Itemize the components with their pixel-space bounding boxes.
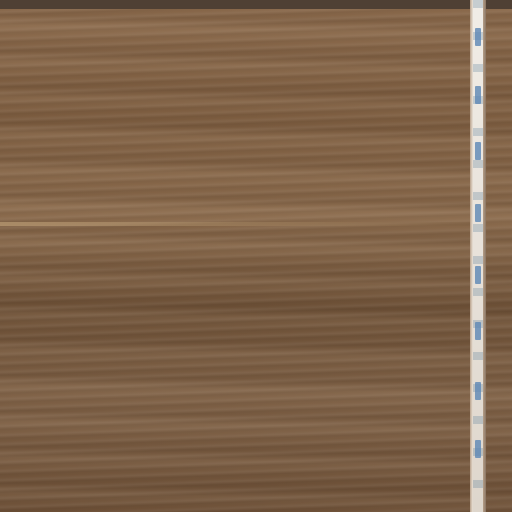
strip-mark xyxy=(475,28,481,46)
vertical-strip-divider xyxy=(470,0,486,512)
wood-panel-right xyxy=(486,9,512,512)
wood-seam xyxy=(0,222,470,226)
strip-mark xyxy=(475,204,481,222)
wood-panel-main xyxy=(0,9,470,512)
strip-mark xyxy=(475,86,481,104)
strip-mark xyxy=(475,266,481,284)
strip-mark xyxy=(475,322,481,340)
wood-surface xyxy=(0,9,470,512)
wood-surface xyxy=(486,9,512,512)
strip-mark xyxy=(475,440,481,458)
strip-mark xyxy=(475,142,481,160)
screen xyxy=(0,0,512,512)
top-bar xyxy=(0,0,512,9)
strip-mark xyxy=(475,382,481,400)
strip-inner xyxy=(473,0,483,512)
